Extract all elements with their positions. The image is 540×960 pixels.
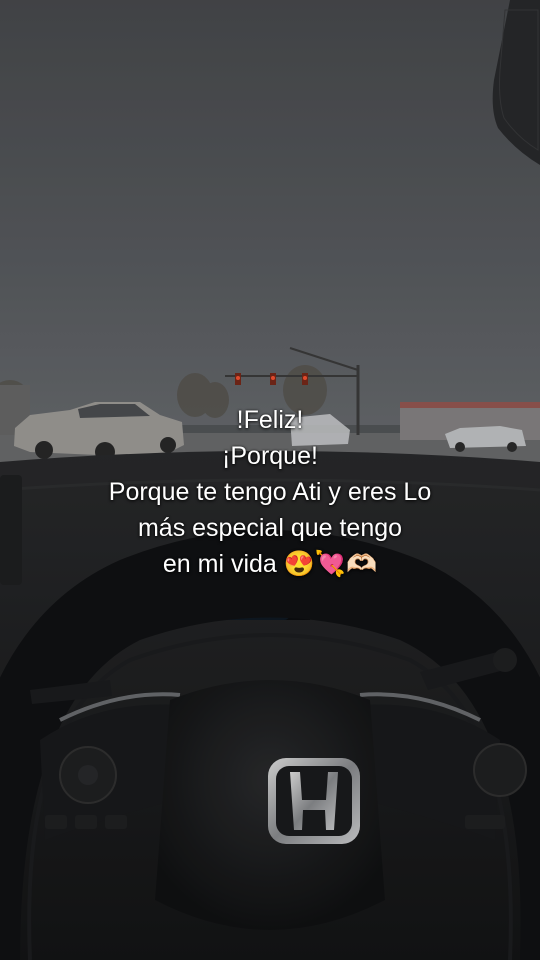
caption-line-1: !Feliz!: [236, 406, 304, 434]
caption-line-3: Porque te tengo Ati y eres Lo: [108, 478, 432, 506]
caption-overlay: !Feliz! ¡Porque! Porque te tengo Ati y e…: [0, 402, 540, 582]
caption-line-5: en mi vida 😍💘🫶🏻: [162, 550, 378, 578]
caption-line-2: ¡Porque!: [222, 442, 318, 470]
caption-line-4: más especial que tengo: [137, 514, 403, 542]
